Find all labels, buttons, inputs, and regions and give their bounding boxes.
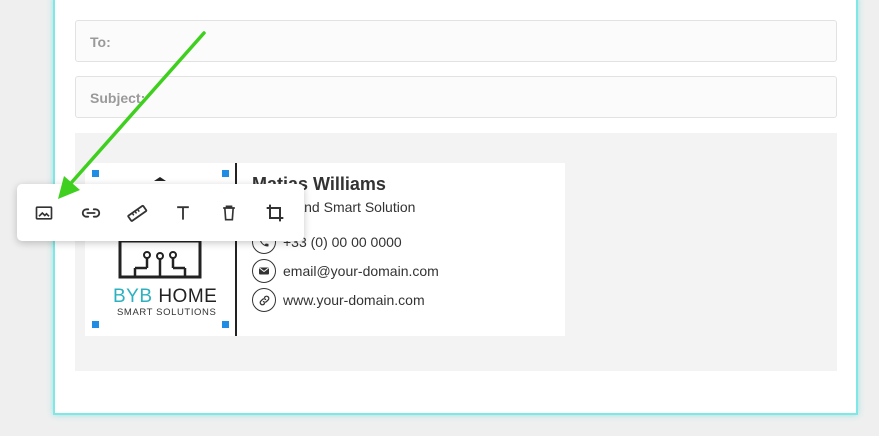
annotation-arrow-icon — [58, 31, 206, 199]
